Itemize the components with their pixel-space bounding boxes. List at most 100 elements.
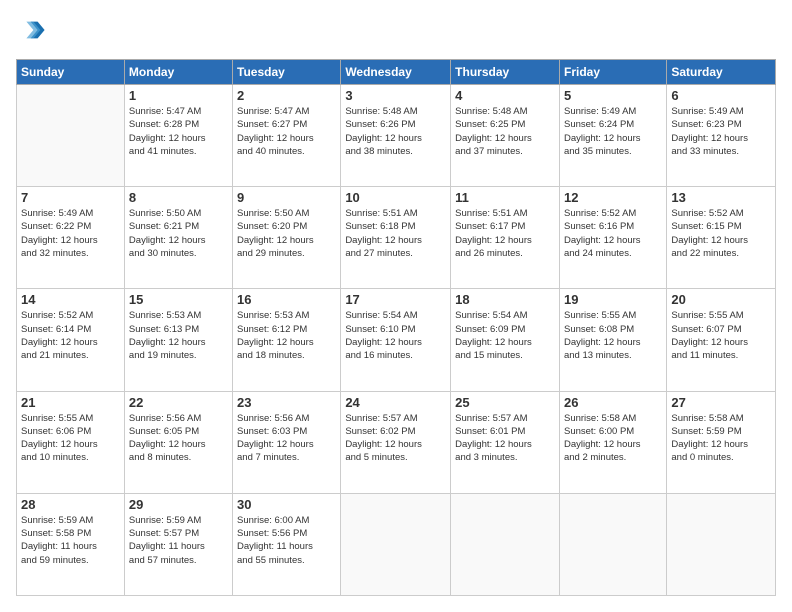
- day-info: Sunrise: 5:48 AM Sunset: 6:26 PM Dayligh…: [345, 105, 446, 158]
- weekday-header-thursday: Thursday: [451, 60, 560, 85]
- day-info: Sunrise: 5:49 AM Sunset: 6:24 PM Dayligh…: [564, 105, 662, 158]
- day-number: 5: [564, 88, 662, 103]
- logo: [16, 16, 46, 49]
- calendar: SundayMondayTuesdayWednesdayThursdayFrid…: [16, 59, 776, 596]
- day-cell: 29 Sunrise: 5:59 AM Sunset: 5:57 PM Dayli…: [124, 493, 232, 595]
- week-row-4: 21Sunrise: 5:55 AM Sunset: 6:06 PM Dayli…: [17, 391, 776, 493]
- day-info: Sunrise: 5:57 AM Sunset: 6:01 PM Dayligh…: [455, 412, 555, 465]
- day-cell: 16Sunrise: 5:53 AM Sunset: 6:12 PM Dayli…: [233, 289, 341, 391]
- page: SundayMondayTuesdayWednesdayThursdayFrid…: [0, 0, 792, 612]
- day-cell: 21Sunrise: 5:55 AM Sunset: 6:06 PM Dayli…: [17, 391, 125, 493]
- day-number: 27: [671, 395, 771, 410]
- day-info: Sunrise: 5:50 AM Sunset: 6:21 PM Dayligh…: [129, 207, 228, 260]
- day-info: Sunrise: 5:53 AM Sunset: 6:12 PM Dayligh…: [237, 309, 336, 362]
- day-info: Sunrise: 5:54 AM Sunset: 6:09 PM Dayligh…: [455, 309, 555, 362]
- day-info: Sunrise: 6:00 AM Sunset: 5:56 PM Dayligh…: [237, 514, 336, 567]
- day-number: 22: [129, 395, 228, 410]
- day-cell: [667, 493, 776, 595]
- day-cell: 10 Sunrise: 5:51 AM Sunset: 6:18 PM Dayli…: [341, 187, 451, 289]
- day-info: Sunrise: 5:51 AM Sunset: 6:17 PM Dayligh…: [455, 207, 555, 260]
- day-info: Sunrise: 5:47 AM Sunset: 6:28 PM Dayligh…: [129, 105, 228, 158]
- day-info: Sunrise: 5:52 AM Sunset: 6:16 PM Dayligh…: [564, 207, 662, 260]
- week-row-2: 7 Sunrise: 5:49 AM Sunset: 6:22 PM Daylig…: [17, 187, 776, 289]
- day-number: 28: [21, 497, 120, 512]
- day-cell: 18 Sunrise: 5:54 AM Sunset: 6:09 PM Dayli…: [451, 289, 560, 391]
- day-number: 2: [237, 88, 336, 103]
- day-info: Sunrise: 5:57 AM Sunset: 6:02 PM Dayligh…: [345, 412, 446, 465]
- day-cell: 26 Sunrise: 5:58 AM Sunset: 6:00 PM Dayli…: [559, 391, 666, 493]
- day-number: 6: [671, 88, 771, 103]
- logo-icon: [18, 16, 46, 44]
- day-info: Sunrise: 5:52 AM Sunset: 6:15 PM Dayligh…: [671, 207, 771, 260]
- day-cell: 3Sunrise: 5:48 AM Sunset: 6:26 PM Daylig…: [341, 85, 451, 187]
- day-info: Sunrise: 5:56 AM Sunset: 6:05 PM Dayligh…: [129, 412, 228, 465]
- day-info: Sunrise: 5:47 AM Sunset: 6:27 PM Dayligh…: [237, 105, 336, 158]
- day-info: Sunrise: 5:59 AM Sunset: 5:57 PM Dayligh…: [129, 514, 228, 567]
- day-cell: 28 Sunrise: 5:59 AM Sunset: 5:58 PM Dayli…: [17, 493, 125, 595]
- day-cell: 14 Sunrise: 5:52 AM Sunset: 6:14 PM Dayli…: [17, 289, 125, 391]
- week-row-1: 1 Sunrise: 5:47 AM Sunset: 6:28 PM Daylig…: [17, 85, 776, 187]
- day-cell: 25Sunrise: 5:57 AM Sunset: 6:01 PM Dayli…: [451, 391, 560, 493]
- day-cell: 12 Sunrise: 5:52 AM Sunset: 6:16 PM Dayli…: [559, 187, 666, 289]
- day-number: 18: [455, 292, 555, 307]
- weekday-header-friday: Friday: [559, 60, 666, 85]
- day-number: 11: [455, 190, 555, 205]
- day-number: 4: [455, 88, 555, 103]
- day-number: 9: [237, 190, 336, 205]
- day-info: Sunrise: 5:55 AM Sunset: 6:07 PM Dayligh…: [671, 309, 771, 362]
- day-cell: 7 Sunrise: 5:49 AM Sunset: 6:22 PM Daylig…: [17, 187, 125, 289]
- weekday-header-tuesday: Tuesday: [233, 60, 341, 85]
- day-info: Sunrise: 5:55 AM Sunset: 6:08 PM Dayligh…: [564, 309, 662, 362]
- weekday-header-sunday: Sunday: [17, 60, 125, 85]
- day-cell: [559, 493, 666, 595]
- day-cell: 19 Sunrise: 5:55 AM Sunset: 6:08 PM Dayli…: [559, 289, 666, 391]
- day-cell: 24 Sunrise: 5:57 AM Sunset: 6:02 PM Dayli…: [341, 391, 451, 493]
- week-row-5: 28 Sunrise: 5:59 AM Sunset: 5:58 PM Dayli…: [17, 493, 776, 595]
- day-cell: 4 Sunrise: 5:48 AM Sunset: 6:25 PM Daylig…: [451, 85, 560, 187]
- weekday-header-saturday: Saturday: [667, 60, 776, 85]
- day-cell: 20 Sunrise: 5:55 AM Sunset: 6:07 PM Dayli…: [667, 289, 776, 391]
- day-info: Sunrise: 5:51 AM Sunset: 6:18 PM Dayligh…: [345, 207, 446, 260]
- day-cell: 22 Sunrise: 5:56 AM Sunset: 6:05 PM Dayli…: [124, 391, 232, 493]
- day-number: 12: [564, 190, 662, 205]
- day-info: Sunrise: 5:56 AM Sunset: 6:03 PM Dayligh…: [237, 412, 336, 465]
- day-number: 17: [345, 292, 446, 307]
- day-cell: 8 Sunrise: 5:50 AM Sunset: 6:21 PM Daylig…: [124, 187, 232, 289]
- day-info: Sunrise: 5:48 AM Sunset: 6:25 PM Dayligh…: [455, 105, 555, 158]
- day-cell: 15Sunrise: 5:53 AM Sunset: 6:13 PM Dayli…: [124, 289, 232, 391]
- day-number: 13: [671, 190, 771, 205]
- day-cell: 17 Sunrise: 5:54 AM Sunset: 6:10 PM Dayli…: [341, 289, 451, 391]
- day-cell: 23Sunrise: 5:56 AM Sunset: 6:03 PM Dayli…: [233, 391, 341, 493]
- day-cell: 13 Sunrise: 5:52 AM Sunset: 6:15 PM Dayli…: [667, 187, 776, 289]
- day-number: 24: [345, 395, 446, 410]
- day-number: 30: [237, 497, 336, 512]
- day-number: 14: [21, 292, 120, 307]
- day-number: 26: [564, 395, 662, 410]
- day-number: 7: [21, 190, 120, 205]
- day-info: Sunrise: 5:54 AM Sunset: 6:10 PM Dayligh…: [345, 309, 446, 362]
- day-cell: 27 Sunrise: 5:58 AM Sunset: 5:59 PM Dayli…: [667, 391, 776, 493]
- day-number: 1: [129, 88, 228, 103]
- day-info: Sunrise: 5:58 AM Sunset: 6:00 PM Dayligh…: [564, 412, 662, 465]
- weekday-header-monday: Monday: [124, 60, 232, 85]
- day-number: 20: [671, 292, 771, 307]
- day-cell: 5 Sunrise: 5:49 AM Sunset: 6:24 PM Daylig…: [559, 85, 666, 187]
- day-cell: 30 Sunrise: 6:00 AM Sunset: 5:56 PM Dayli…: [233, 493, 341, 595]
- day-info: Sunrise: 5:58 AM Sunset: 5:59 PM Dayligh…: [671, 412, 771, 465]
- week-row-3: 14 Sunrise: 5:52 AM Sunset: 6:14 PM Dayli…: [17, 289, 776, 391]
- day-number: 8: [129, 190, 228, 205]
- day-cell: 1 Sunrise: 5:47 AM Sunset: 6:28 PM Daylig…: [124, 85, 232, 187]
- day-cell: [451, 493, 560, 595]
- day-cell: 6Sunrise: 5:49 AM Sunset: 6:23 PM Daylig…: [667, 85, 776, 187]
- day-number: 19: [564, 292, 662, 307]
- day-number: 10: [345, 190, 446, 205]
- header: [16, 16, 776, 49]
- day-info: Sunrise: 5:59 AM Sunset: 5:58 PM Dayligh…: [21, 514, 120, 567]
- day-info: Sunrise: 5:49 AM Sunset: 6:22 PM Dayligh…: [21, 207, 120, 260]
- day-cell: 11 Sunrise: 5:51 AM Sunset: 6:17 PM Dayli…: [451, 187, 560, 289]
- day-info: Sunrise: 5:55 AM Sunset: 6:06 PM Dayligh…: [21, 412, 120, 465]
- day-cell: [341, 493, 451, 595]
- day-info: Sunrise: 5:52 AM Sunset: 6:14 PM Dayligh…: [21, 309, 120, 362]
- day-number: 29: [129, 497, 228, 512]
- weekday-header-row: SundayMondayTuesdayWednesdayThursdayFrid…: [17, 60, 776, 85]
